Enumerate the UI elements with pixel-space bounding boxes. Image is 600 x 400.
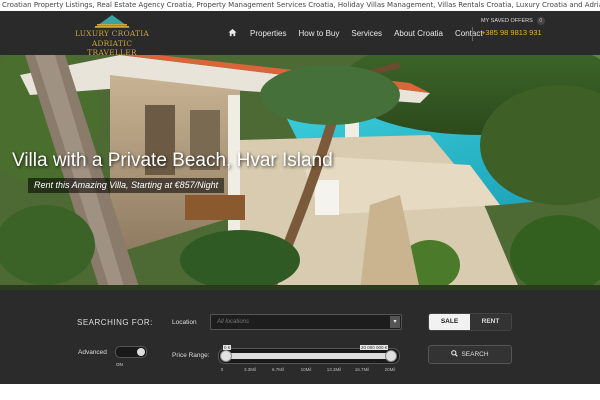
price-tick: 20Mil bbox=[384, 367, 396, 372]
price-range-slider[interactable] bbox=[218, 348, 400, 364]
slider-min-handle[interactable] bbox=[220, 350, 232, 362]
logo-line1: LUXURY CROATIA bbox=[74, 29, 150, 38]
saved-offers-label: MY SAVED OFFERS bbox=[481, 18, 533, 24]
nav-item-about-croatia[interactable]: About Croatia bbox=[388, 29, 449, 38]
advanced-state-label: ON bbox=[116, 362, 123, 367]
location-label: Location bbox=[172, 319, 197, 326]
advanced-toggle[interactable] bbox=[115, 346, 147, 358]
chevron-down-icon[interactable]: ▾ bbox=[390, 316, 400, 328]
toggle-knob bbox=[137, 348, 145, 356]
page-bottom-area bbox=[0, 384, 600, 400]
slider-track bbox=[223, 353, 393, 359]
sale-rent-toggle: SALE RENT bbox=[428, 313, 512, 331]
sale-option[interactable]: SALE bbox=[429, 314, 470, 330]
site-logo[interactable]: LUXURY CROATIA ADRIATIC TRAVELLER bbox=[72, 12, 152, 57]
hero-villa-photo bbox=[0, 55, 600, 290]
search-icon bbox=[451, 350, 459, 357]
property-search-panel: SEARCHING FOR: Advanced ON Location All … bbox=[0, 290, 600, 384]
price-tick: 16.7Mil bbox=[354, 367, 370, 372]
hero-title: Villa with a Private Beach, Hvar Island bbox=[12, 150, 333, 171]
home-icon[interactable] bbox=[222, 28, 244, 38]
search-button[interactable]: SEARCH bbox=[428, 345, 512, 364]
location-value: All locations bbox=[217, 319, 250, 325]
hero-subtitle[interactable]: Rent this Amazing Villa, Starting at €85… bbox=[28, 178, 225, 193]
price-tick: 3.3Mil bbox=[243, 367, 257, 372]
rent-option[interactable]: RENT bbox=[470, 314, 511, 330]
hero-banner[interactable]: Villa with a Private Beach, Hvar Island … bbox=[0, 55, 600, 290]
seo-keywords-text: Croatian Property Listings, Real Estate … bbox=[2, 1, 600, 9]
location-select[interactable]: All locations ▾ bbox=[210, 314, 402, 330]
searching-for-heading: SEARCHING FOR: bbox=[77, 318, 153, 327]
search-button-label: SEARCH bbox=[461, 351, 489, 358]
nav-item-properties[interactable]: Properties bbox=[244, 29, 292, 38]
saved-count-badge: 0 bbox=[536, 17, 545, 25]
header-divider bbox=[472, 27, 473, 41]
slider-max-handle[interactable] bbox=[385, 350, 397, 362]
site-header: LUXURY CROATIA ADRIATIC TRAVELLER Proper… bbox=[0, 11, 600, 57]
price-min-value: 0 € bbox=[223, 345, 232, 350]
price-tick: 6.7Mil bbox=[271, 367, 285, 372]
price-tick: 13.3Mil bbox=[326, 367, 342, 372]
nav-item-services[interactable]: Services bbox=[345, 29, 388, 38]
price-ticks: 0 3.3Mil 6.7Mil 10Mil 13.3Mil 16.7Mil 20… bbox=[218, 367, 398, 375]
phone-number[interactable]: +385 98 9813 931 bbox=[481, 28, 542, 37]
price-range-label: Price Range: bbox=[172, 352, 210, 359]
nav-item-how-to-buy[interactable]: How to Buy bbox=[292, 29, 345, 38]
price-tick: 10Mil bbox=[300, 367, 312, 372]
advanced-label: Advanced bbox=[78, 349, 107, 356]
main-nav: Properties How to Buy Services About Cro… bbox=[222, 11, 489, 55]
price-max-value: 20 000 000 € bbox=[360, 345, 389, 350]
saved-offers-link[interactable]: MY SAVED OFFERS 0 bbox=[481, 17, 545, 25]
price-tick: 0 bbox=[220, 367, 224, 372]
